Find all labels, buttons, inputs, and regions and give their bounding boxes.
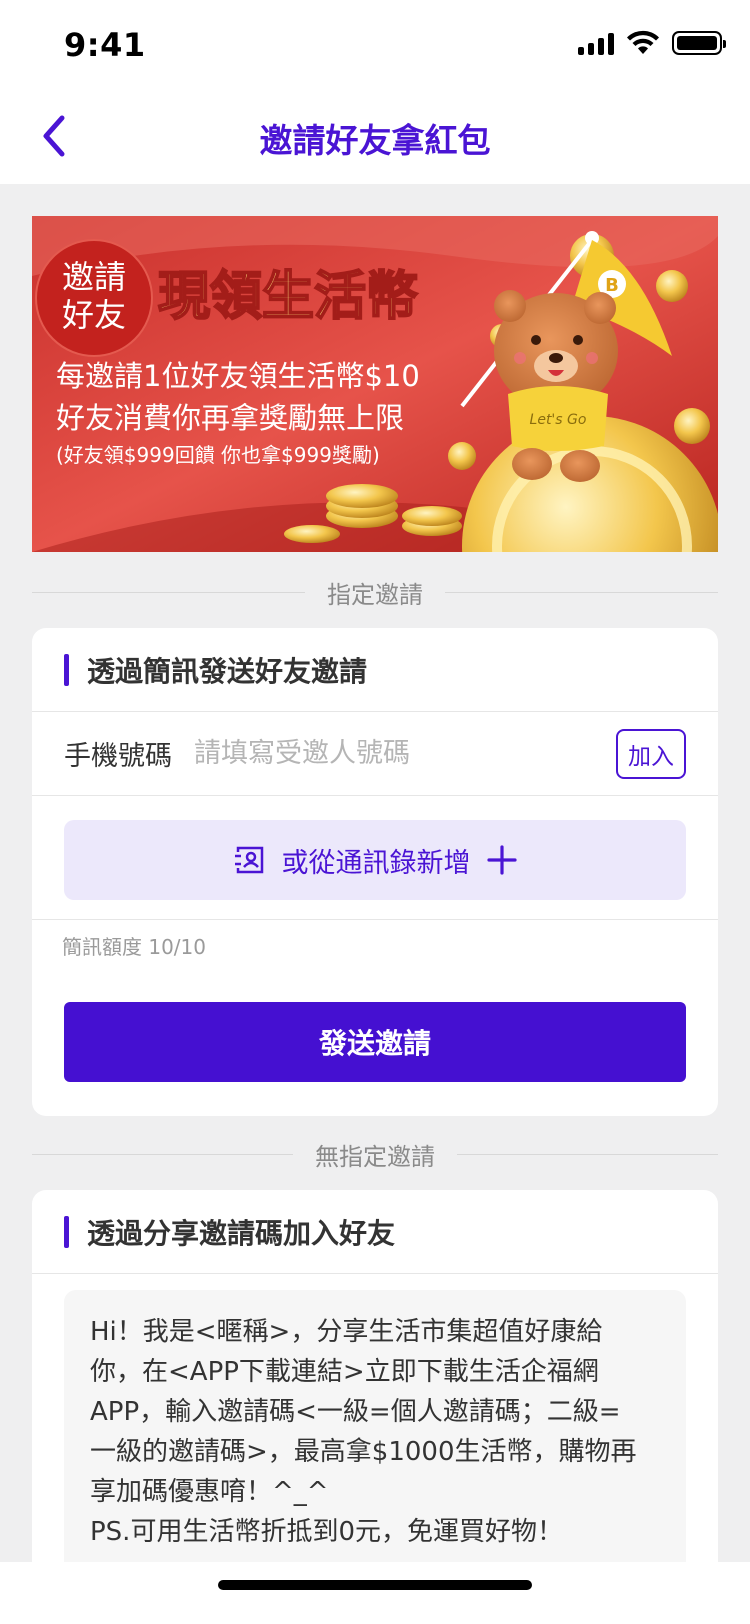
card-header: 透過分享邀請碼加入好友 xyxy=(32,1190,718,1274)
add-from-contacts-label: 或從通訊錄新增 xyxy=(281,847,471,879)
cellular-signal-icon xyxy=(578,31,614,55)
message-line: Hi！我是<暱稱>，分享生活市集超值好康給 xyxy=(90,1317,603,1347)
home-indicator-area xyxy=(0,1562,750,1624)
svg-text:B: B xyxy=(605,275,619,296)
send-wrap: 發送邀請 xyxy=(32,970,718,1114)
banner-badge-line2: 好友 xyxy=(62,296,126,334)
wifi-icon xyxy=(627,30,659,54)
page-title: 邀請好友拿紅包 xyxy=(259,121,491,160)
sms-quota: 簡訊額度 10/10 xyxy=(62,934,206,959)
banner-line1: 每邀請1位好友領生活幣$10 xyxy=(56,359,420,393)
share-code-card: 透過分享邀請碼加入好友 Hi！我是<暱稱>，分享生活市集超值好康給 你，在<AP… xyxy=(32,1190,718,1562)
phone-number-input[interactable] xyxy=(194,738,616,769)
banner-headline: 現領生活幣 xyxy=(158,267,418,327)
svg-text:Let's Go: Let's Go xyxy=(530,412,587,428)
plus-icon xyxy=(486,845,517,875)
phone-label: 手機號碼 xyxy=(64,741,172,772)
designated-invite-divider: 指定邀請 xyxy=(32,572,718,612)
invite-message-box[interactable]: Hi！我是<暱稱>，分享生活市集超值好康給 你，在<APP下載連結>立即下載生活… xyxy=(64,1290,686,1562)
message-line: 一級的邀請碼>，最高拿$1000生活幣，購物再 xyxy=(90,1437,637,1467)
add-phone-button[interactable]: 加入 xyxy=(616,728,686,779)
banner-badge-line1: 邀請 xyxy=(62,258,126,296)
open-invite-divider: 無指定邀請 xyxy=(32,1134,718,1174)
accent-bar xyxy=(64,653,69,686)
contacts-area: 或從通訊錄新增 xyxy=(32,796,718,920)
status-icons xyxy=(578,30,726,56)
home-indicator[interactable] xyxy=(218,1580,532,1590)
nav-bar: 邀請好友拿紅包 xyxy=(0,88,750,184)
card-title: 透過分享邀請碼加入好友 xyxy=(87,1216,396,1250)
message-line: APP，輸入邀請碼<一級=個人邀請碼；二級= xyxy=(90,1397,621,1427)
card-title: 透過簡訊發送好友邀請 xyxy=(87,654,368,688)
sms-invite-card: 透過簡訊發送好友邀請 手機號碼 加入 或從通訊錄新增 簡訊額度 10/10 發送… xyxy=(32,628,718,1116)
message-line: PS.可用生活幣折抵到0元，免運買好物！ xyxy=(90,1517,563,1547)
contact-card-icon xyxy=(234,846,263,874)
promo-banner[interactable]: 邀請 好友 現領生活幣 每邀請1位好友領生活幣$10 好友消費你再拿獎勵無上限 … xyxy=(32,216,718,552)
battery-icon xyxy=(672,31,726,55)
divider-label: 指定邀請 xyxy=(327,580,423,609)
phone-row: 手機號碼 加入 xyxy=(32,712,718,796)
status-bar: 9:41 xyxy=(0,0,750,88)
status-time: 9:41 xyxy=(64,26,146,64)
divider-label: 無指定邀請 xyxy=(315,1142,435,1171)
accent-bar xyxy=(64,1215,69,1248)
send-invite-button[interactable]: 發送邀請 xyxy=(64,1002,686,1082)
message-line: 享加碼優惠唷！^_^ xyxy=(90,1477,329,1507)
add-from-contacts-button[interactable]: 或從通訊錄新增 xyxy=(64,820,686,900)
banner-line3: (好友領$999回饋 你也拿$999獎勵) xyxy=(56,443,380,467)
promo-banner-image: 邀請 好友 現領生活幣 每邀請1位好友領生活幣$10 好友消費你再拿獎勵無上限 … xyxy=(32,216,718,552)
banner-line2: 好友消費你再拿獎勵無上限 xyxy=(56,401,404,435)
message-line: 你，在<APP下載連結>立即下載生活企福網 xyxy=(90,1357,599,1387)
card-header: 透過簡訊發送好友邀請 xyxy=(32,628,718,712)
